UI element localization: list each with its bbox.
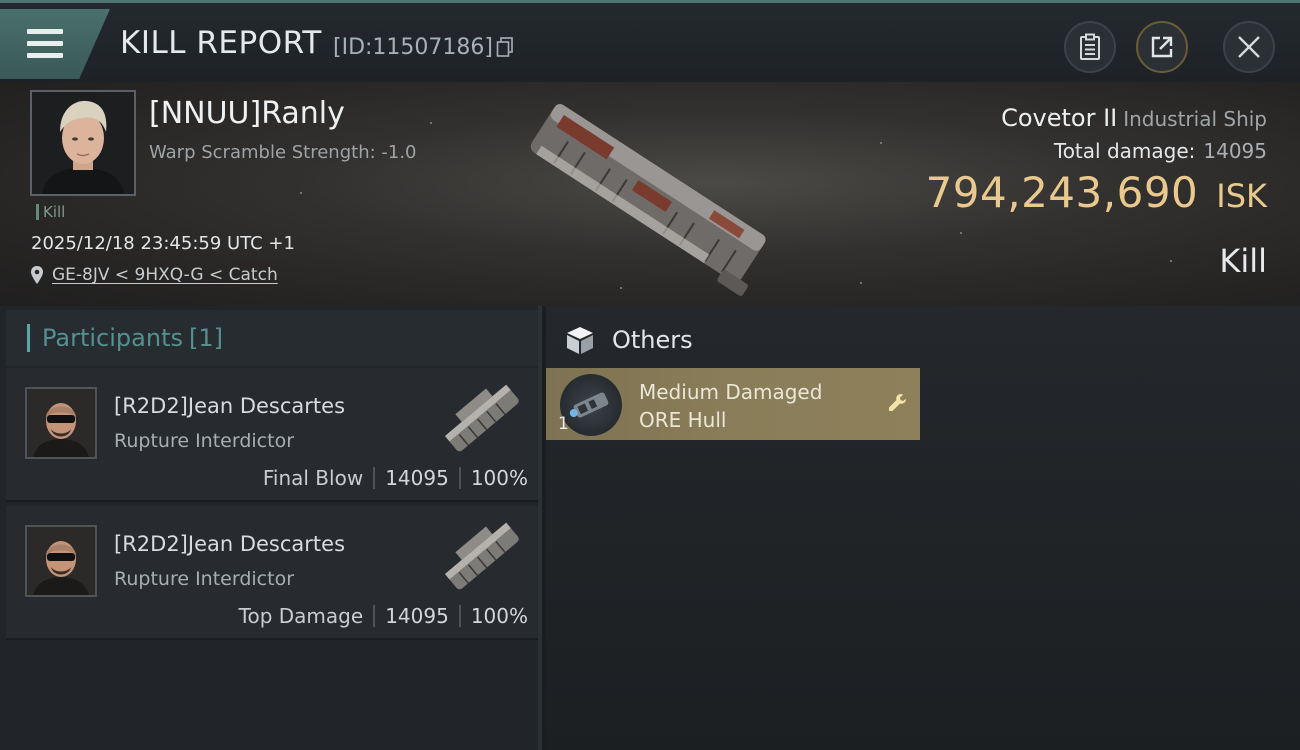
copy-icon[interactable] [496,37,514,57]
location-link[interactable]: GE-8JV < 9HXQ-G < Catch [30,265,278,285]
participant-stats: Final Blow 14095 100% [263,466,528,490]
warp-scramble-strength: Warp Scramble Strength: -1.0 [149,142,417,163]
item-quantity: 1 [558,414,569,434]
participant-name: [R2D2]Jean Descartes [114,532,346,556]
ship-title: Covetor II Industrial Ship [1001,104,1267,132]
menu-button[interactable] [0,9,110,79]
victim-ship-image [530,104,766,296]
participants-panel: Participants [1] [R2D2]Jean Descartes Ru… [0,306,542,750]
close-button[interactable] [1223,21,1275,73]
clipboard-button[interactable] [1064,21,1116,73]
participant-row[interactable]: [R2D2]Jean Descartes Rupture Interdictor… [6,368,538,502]
ship-class: Industrial Ship [1123,107,1267,131]
participants-label: Participants [42,324,183,352]
isk-value: 794,243,690 [925,168,1199,217]
victim-avatar[interactable] [30,90,136,196]
item-name-line1: Medium Damaged [639,380,823,404]
participant-row[interactable]: [R2D2]Jean Descartes Rupture Interdictor… [6,506,538,640]
participant-ship-image [444,384,519,452]
page-title: KILL REPORT [120,25,322,61]
clipboard-icon [1080,33,1100,60]
item-name-line2: ORE Hull [639,408,727,432]
header-bar: KILL REPORT [ID:11507186] [0,0,1300,82]
total-damage-label: Total damage: [1053,139,1196,163]
box-icon [567,327,593,354]
total-damage-value: 14095 [1203,139,1267,163]
participant-stats: Top Damage 14095 100% [239,604,528,628]
kill-timestamp: 2025/12/18 23:45:59 UTC +1 [31,233,295,254]
participant-name: [R2D2]Jean Descartes [114,394,346,418]
participant-role: Top Damage [238,604,364,628]
victim-hero: [NNUU]Ranly Warp Scramble Strength: -1.0… [0,82,1300,306]
participant-role: Final Blow [262,466,364,490]
item-icon [560,374,622,436]
others-header: Others [564,324,693,356]
close-icon [1238,36,1260,58]
location-pin-icon [31,266,43,284]
participant-damage: 14095 [385,604,449,628]
participant-avatar [25,387,97,459]
participant-ship: Rupture Interdictor [114,568,294,590]
participant-damage: 14095 [385,466,449,490]
share-button[interactable] [1136,21,1188,73]
kill-type: Kill [1219,242,1267,280]
isk-unit: ISK [1216,177,1267,215]
report-id: [ID:11507186] [333,35,493,60]
share-icon [1151,36,1173,58]
participant-percent: 100% [470,604,528,628]
participant-ship-image [444,522,519,590]
dropped-item[interactable]: 1 Medium Damaged ORE Hull [546,368,920,440]
menu-icon [27,29,63,58]
participant-percent: 100% [470,466,528,490]
others-panel: Others 1 Medium Damaged ORE Hull [546,306,1300,750]
total-damage: Total damage: 14095 [1054,139,1267,163]
ship-name: Covetor II [1001,104,1118,132]
participants-tab[interactable]: Participants [1] [6,310,538,366]
participant-ship: Rupture Interdictor [114,430,294,452]
victim-name: [NNUU]Ranly [149,96,345,131]
others-label: Others [612,326,693,354]
participant-avatar [25,525,97,597]
participants-count: [1] [188,324,223,352]
location-text: GE-8JV < 9HXQ-G < Catch [52,265,278,285]
wrench-icon[interactable] [886,392,910,416]
isk-value-line: 794,243,690 ISK [926,168,1267,217]
kill-tag: Kill [36,204,65,220]
tab-accent [27,324,30,352]
